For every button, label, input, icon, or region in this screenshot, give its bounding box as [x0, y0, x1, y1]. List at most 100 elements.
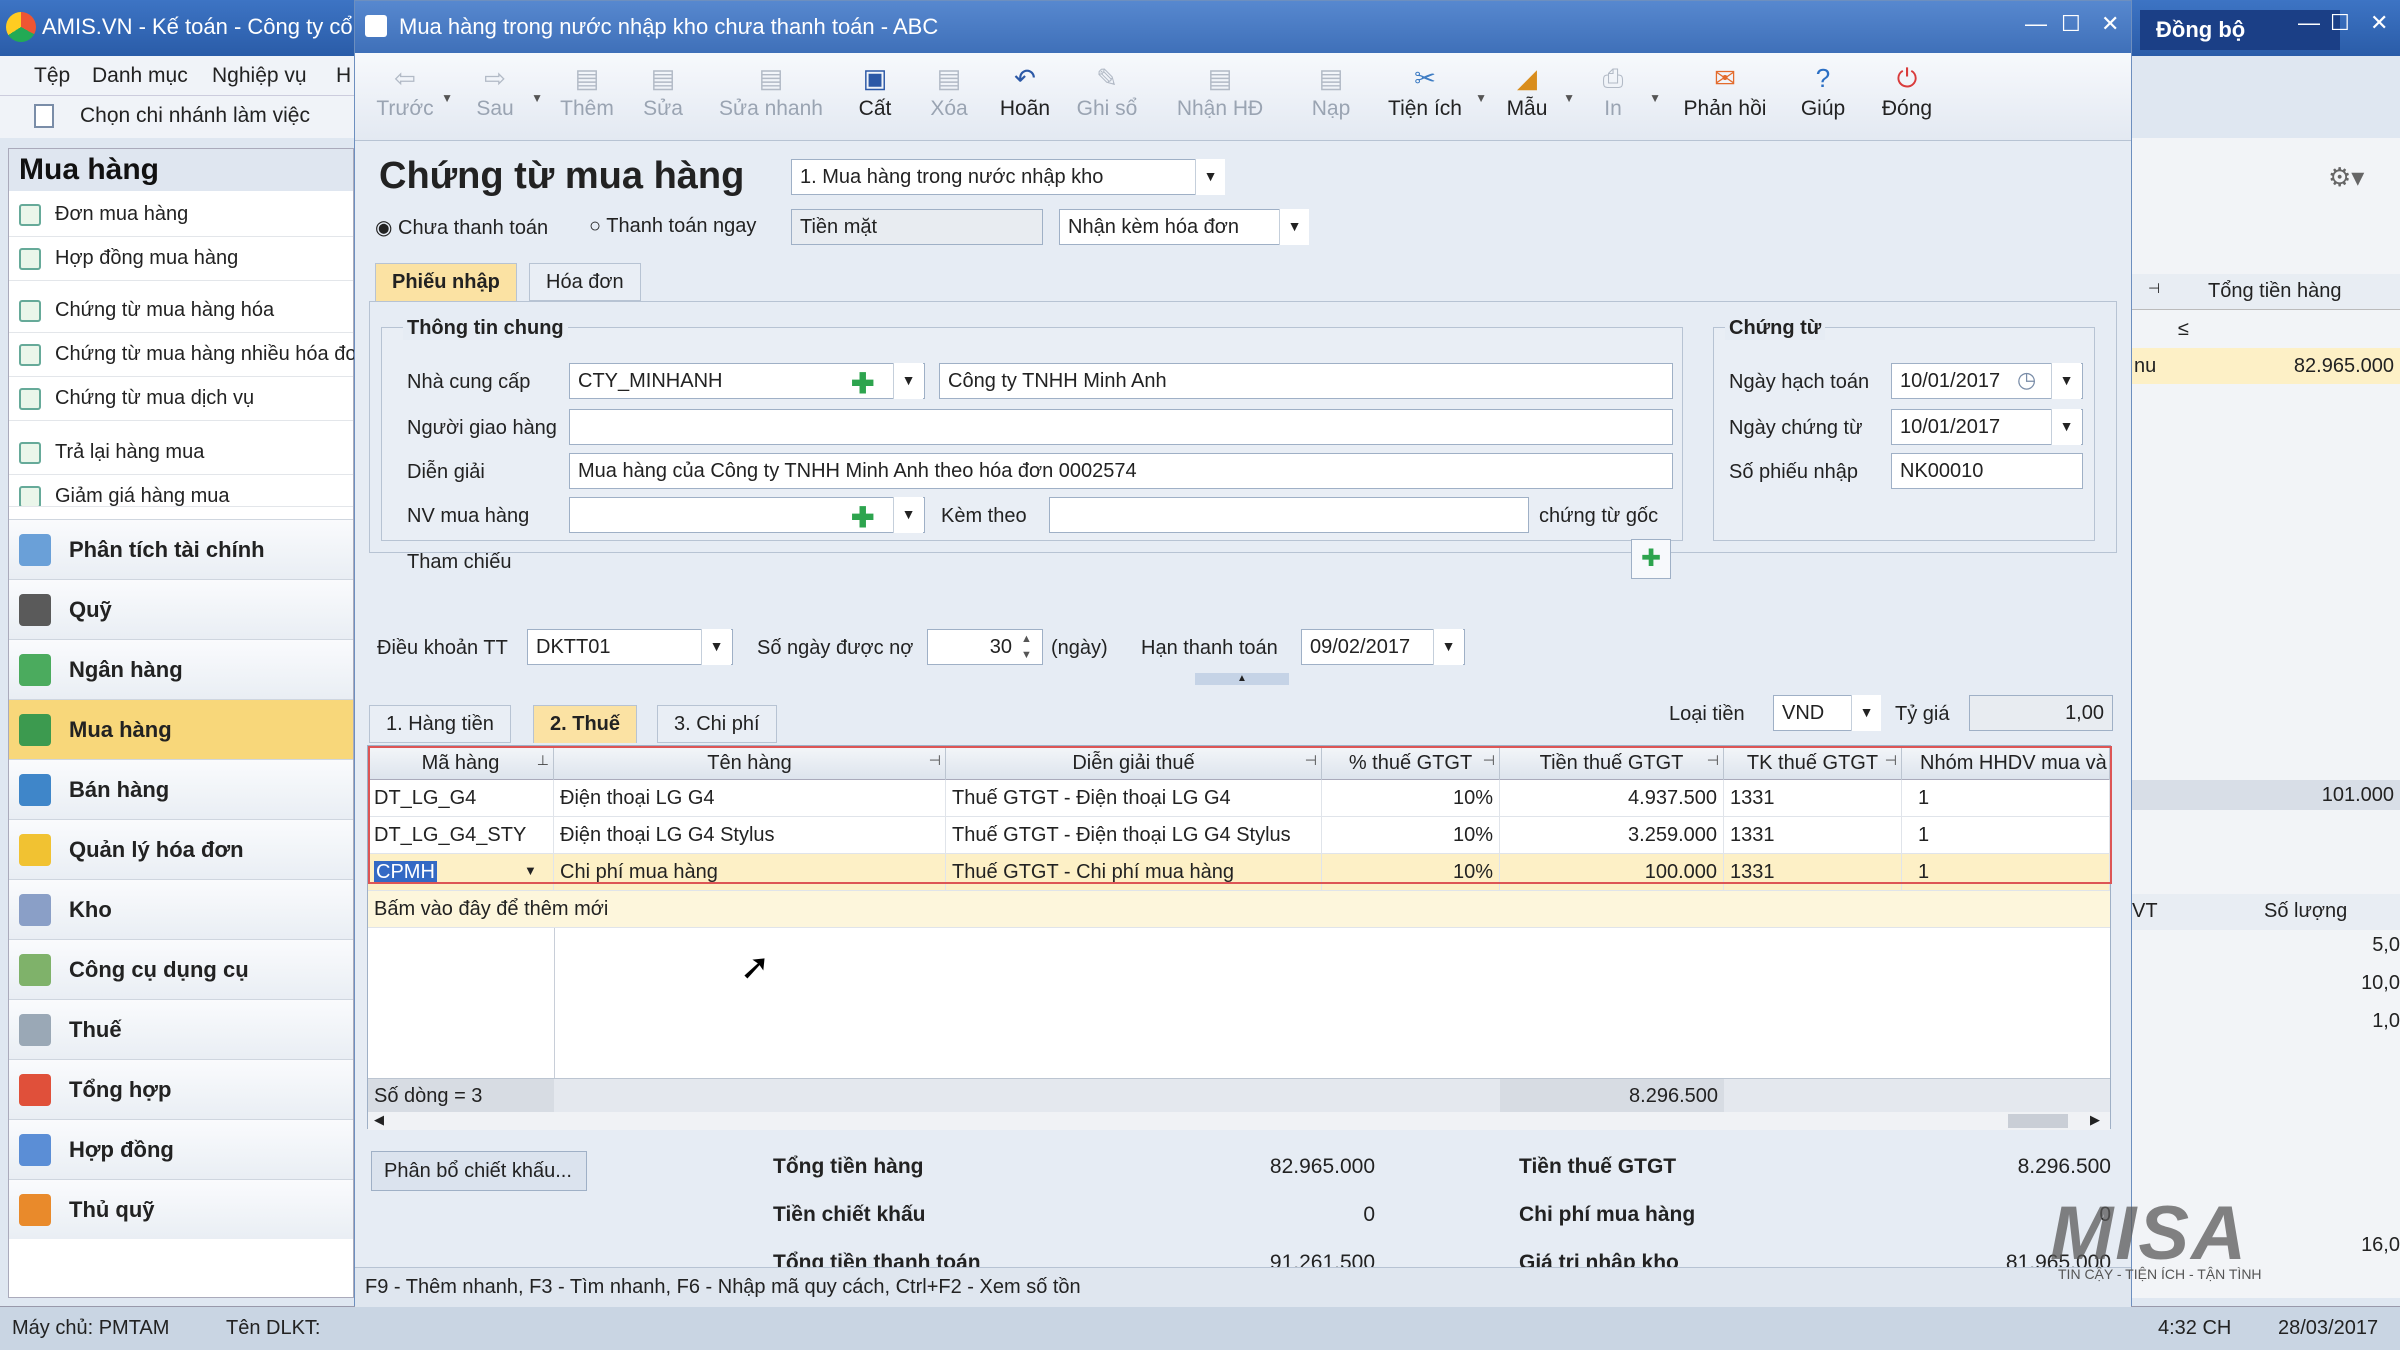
close-button[interactable]: ⏻ Đóng: [1867, 57, 1947, 137]
chevron-down-icon[interactable]: ▼: [2051, 409, 2081, 445]
sidebar-item-purchase-contract[interactable]: Hợp đồng mua hàng: [9, 237, 353, 281]
list-row[interactable]: nu 82.965.000: [2128, 348, 2400, 384]
tab-cost[interactable]: 3. Chi phí: [657, 705, 777, 743]
chevron-down-icon[interactable]: ▼: [701, 629, 731, 665]
col-vat-account[interactable]: TK thuế GTGT ⊣: [1724, 746, 1902, 780]
module-financial-analysis[interactable]: Phân tích tài chính: [9, 519, 353, 579]
add-buyer-icon[interactable]: ✚: [851, 501, 874, 534]
table-row[interactable]: DT_LG_G4 Điện thoại LG G4 Thuế GTGT - Đi…: [368, 780, 2110, 817]
module-invoice-management[interactable]: Quản lý hóa đơn: [9, 819, 353, 879]
module-purchasing[interactable]: Mua hàng: [9, 699, 353, 759]
menu-help[interactable]: H: [336, 64, 351, 88]
doc-no-input[interactable]: NK00010: [1891, 453, 2083, 489]
col-item-name[interactable]: Tên hàng ⊣: [554, 746, 946, 780]
module-warehouse[interactable]: Kho: [9, 879, 353, 939]
close-icon[interactable]: ✕: [2370, 10, 2388, 36]
chevron-down-icon[interactable]: ▼: [1475, 91, 1487, 105]
add-row-hint[interactable]: Bấm vào đây để thêm mới: [368, 891, 968, 928]
branch-selector[interactable]: Chọn chi nhánh làm việc: [0, 96, 360, 138]
edit-button[interactable]: ▤ Sửa: [627, 57, 699, 137]
description-input[interactable]: Mua hàng của Công ty TNHH Minh Anh theo …: [569, 453, 1673, 489]
print-button[interactable]: ⎙ In ▼: [1577, 57, 1661, 137]
pin-icon[interactable]: ⊣: [2148, 280, 2160, 297]
filter-operator[interactable]: ≤: [2178, 318, 2189, 341]
chevron-down-icon[interactable]: ▼: [893, 363, 923, 399]
sidebar-item-purchase-order[interactable]: Đơn mua hàng: [9, 193, 353, 237]
sidebar-item-goods-voucher[interactable]: Chứng từ mua hàng hóa: [9, 289, 353, 333]
feedback-button[interactable]: ✉ Phản hồi: [1675, 57, 1775, 137]
pin-icon[interactable]: ⊣: [1885, 752, 1897, 769]
chevron-down-icon[interactable]: ▼: [531, 91, 543, 105]
delete-button[interactable]: ▤ Xóa: [917, 57, 981, 137]
sidebar-item-service-voucher[interactable]: Chứng từ mua dịch vụ: [9, 377, 353, 421]
scroll-thumb[interactable]: [2008, 1114, 2068, 1128]
post-button[interactable]: ✎ Ghi sổ: [1067, 57, 1147, 137]
module-tools[interactable]: Công cụ dụng cụ: [9, 939, 353, 999]
tab-receipt[interactable]: Phiếu nhập: [375, 263, 517, 301]
scroll-left-icon[interactable]: ◀: [374, 1112, 384, 1128]
chevron-down-icon[interactable]: ▼: [441, 91, 453, 105]
prev-button[interactable]: ⇦ Trước ▼: [369, 57, 453, 137]
radio-paid[interactable]: ○ Thanh toán ngay: [589, 215, 756, 238]
tab-goods[interactable]: 1. Hàng tiền: [369, 705, 511, 743]
radio-unpaid[interactable]: ◉ Chưa thanh toán: [375, 215, 548, 240]
pin-icon[interactable]: ⊣: [1707, 752, 1719, 769]
next-button[interactable]: ⇨ Sau ▼: [459, 57, 543, 137]
chevron-down-icon[interactable]: ▼: [893, 497, 923, 533]
chevron-down-icon[interactable]: ▼: [1649, 91, 1661, 105]
undo-button[interactable]: ↶ Hoãn: [985, 57, 1065, 137]
table-row[interactable]: DT_LG_G4_STY Điện thoại LG G4 Stylus Thu…: [368, 817, 2110, 854]
chevron-down-icon[interactable]: ▼: [1279, 209, 1309, 245]
col-vat-rate[interactable]: % thuế GTGT ⊣: [1322, 746, 1500, 780]
add-reference-button[interactable]: ✚: [1631, 539, 1671, 579]
horizontal-scrollbar[interactable]: ◀ ▶: [368, 1112, 2110, 1130]
dialog-minimize-icon[interactable]: —: [2025, 11, 2047, 37]
add-supplier-icon[interactable]: ✚: [851, 367, 874, 400]
settings-gear-icon[interactable]: ⚙▾: [2328, 162, 2364, 193]
chevron-down-icon[interactable]: ▼: [524, 863, 537, 878]
module-tax[interactable]: Thuế: [9, 999, 353, 1059]
chevron-down-icon[interactable]: ▼: [1195, 159, 1225, 195]
pin-icon[interactable]: ⊥: [537, 752, 549, 769]
tab-tax[interactable]: 2. Thuế: [533, 705, 638, 743]
module-sales[interactable]: Bán hàng: [9, 759, 353, 819]
table-row-selected[interactable]: CPMH ▼ Chi phí mua hàng Thuế GTGT - Chi p…: [368, 854, 2110, 891]
reload-button[interactable]: ▤ Nạp: [1295, 57, 1367, 137]
col-tax-description[interactable]: Diễn giải thuế ⊣: [946, 746, 1322, 780]
module-summary[interactable]: Tổng hợp: [9, 1059, 353, 1119]
collapse-handle[interactable]: ▲: [1195, 673, 1289, 685]
module-bank[interactable]: Ngân hàng: [9, 639, 353, 699]
sidebar-item-purchase-return[interactable]: Trả lại hàng mua: [9, 431, 353, 475]
invoice-option-select[interactable]: Nhận kèm hóa đơn: [1059, 209, 1309, 245]
col-goods-group[interactable]: Nhóm HHDV mua và: [1902, 746, 2110, 780]
attach-input[interactable]: [1049, 497, 1529, 533]
item-code-combo[interactable]: CPMH ▼: [368, 854, 554, 891]
deliverer-input[interactable]: [569, 409, 1673, 445]
sidebar-item-purchase-discount[interactable]: Giảm giá hàng mua: [9, 475, 353, 507]
menu-file[interactable]: Tệp: [34, 64, 70, 88]
pin-icon[interactable]: ⊣: [929, 752, 941, 769]
maximize-icon[interactable]: ☐: [2330, 10, 2350, 36]
col-vat-amount[interactable]: Tiền thuế GTGT ⊣: [1500, 746, 1724, 780]
pin-icon[interactable]: ⊣: [1305, 752, 1317, 769]
template-button[interactable]: ◢ Mẫu ▼: [1491, 57, 1575, 137]
module-cash[interactable]: Quỹ: [9, 579, 353, 639]
save-button[interactable]: ▣ Cất: [843, 57, 907, 137]
menu-catalog[interactable]: Danh mục: [92, 64, 188, 88]
minimize-icon[interactable]: —: [2298, 10, 2320, 36]
chevron-down-icon[interactable]: ▼: [1433, 629, 1463, 665]
dialog-maximize-icon[interactable]: ☐: [2061, 11, 2081, 37]
receive-invoice-button[interactable]: ▤ Nhận HĐ: [1165, 57, 1275, 137]
menu-operations[interactable]: Nghiệp vụ: [212, 64, 307, 88]
pin-icon[interactable]: ⊣: [1483, 752, 1495, 769]
quick-edit-button[interactable]: ▤ Sửa nhanh: [711, 57, 831, 137]
supplier-name-input[interactable]: Công ty TNHH Minh Anh: [939, 363, 1673, 399]
calendar-icon[interactable]: ◷: [2017, 367, 2036, 393]
sidebar-item-multi-invoice-voucher[interactable]: Chứng từ mua hàng nhiều hóa đơn: [9, 333, 355, 377]
module-contracts[interactable]: Hợp đồng: [9, 1119, 353, 1179]
dialog-close-icon[interactable]: ✕: [2101, 11, 2119, 37]
chevron-down-icon[interactable]: ▼: [1851, 695, 1881, 731]
stepper-icon[interactable]: ▲ ▼: [1021, 631, 1032, 663]
chevron-down-icon[interactable]: ▼: [2051, 363, 2081, 399]
allocate-discount-button[interactable]: Phân bổ chiết khấu...: [371, 1151, 587, 1191]
